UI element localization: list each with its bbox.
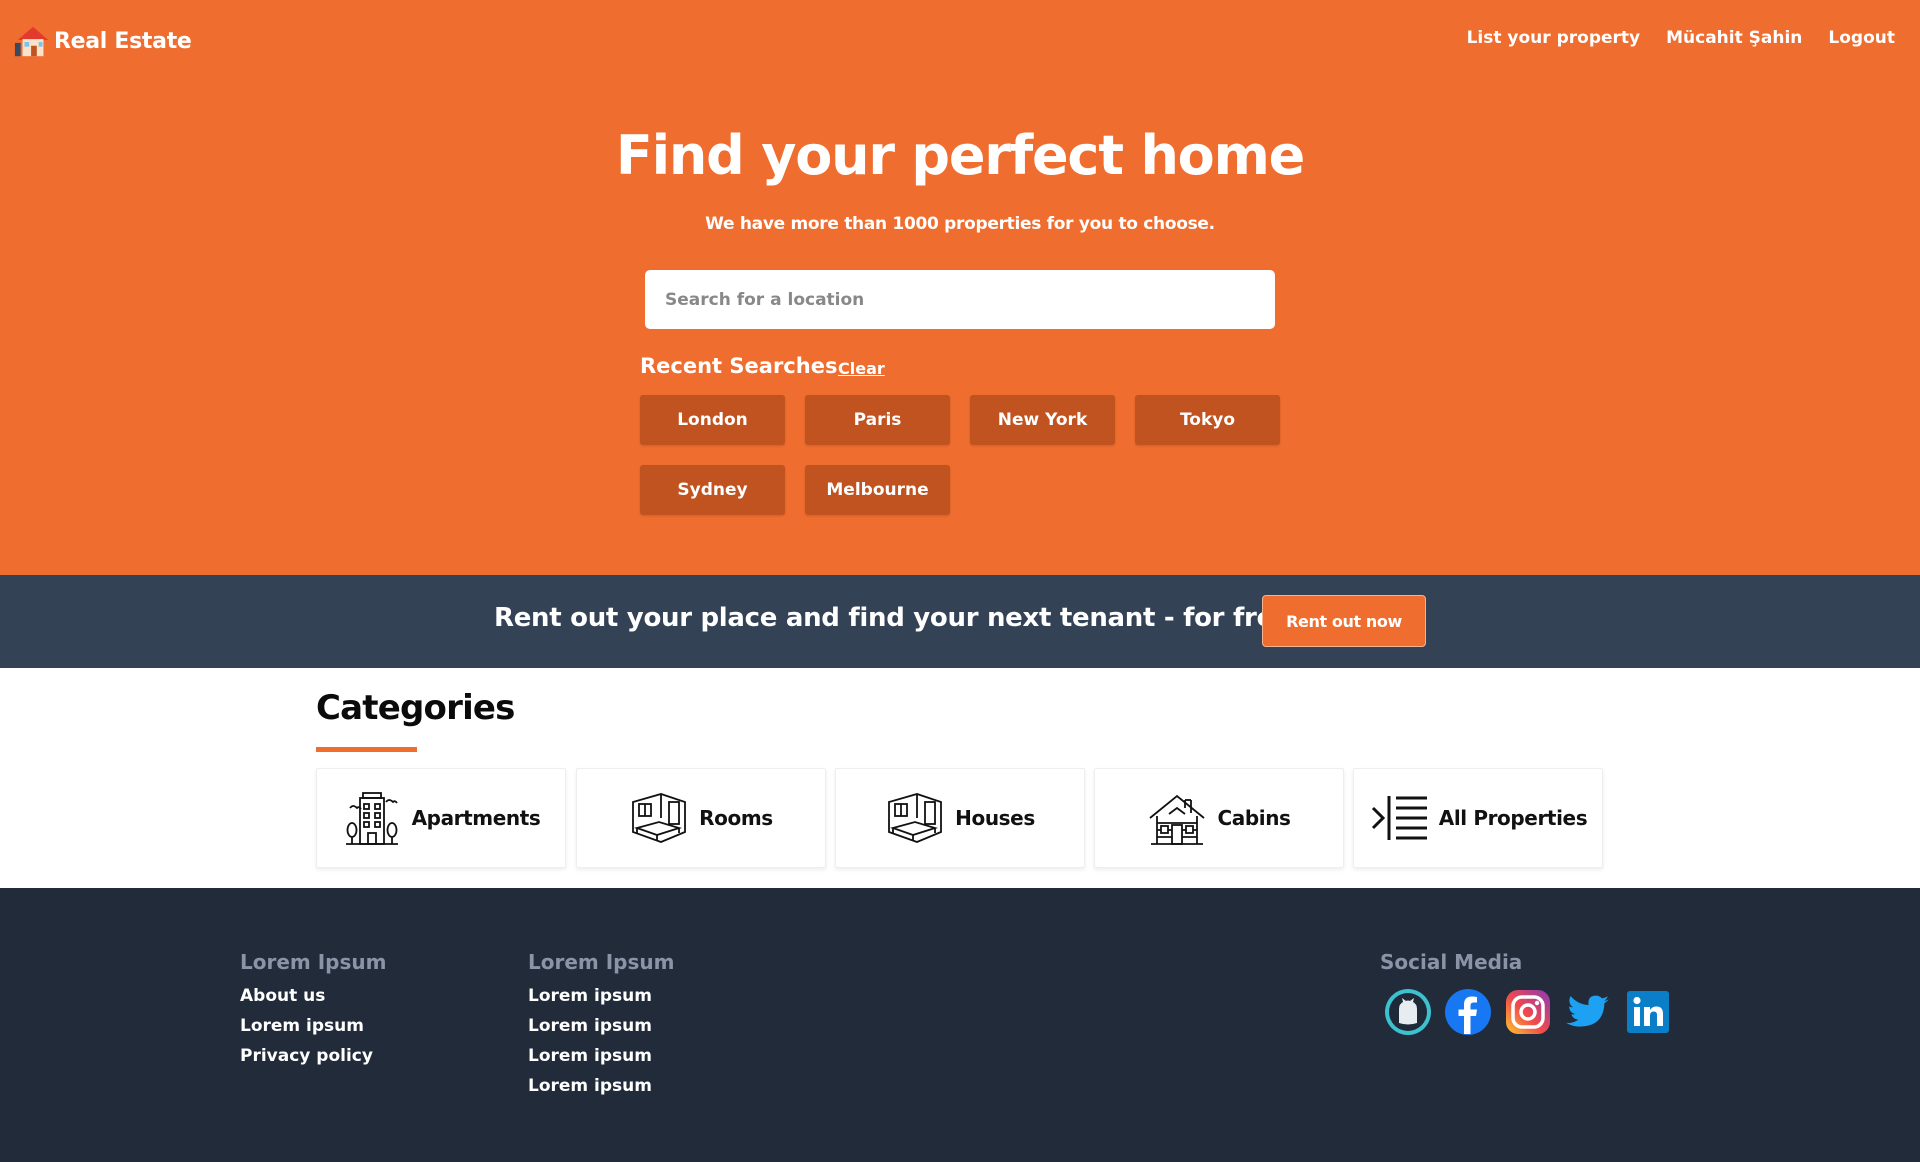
twitter-icon[interactable] (1564, 988, 1612, 1036)
cabin-icon (1149, 794, 1206, 845)
clear-recent-searches-link[interactable]: Clear (838, 359, 885, 378)
rent-out-now-button[interactable]: Rent out now (1262, 595, 1426, 647)
footer-social-heading: Social Media (1380, 950, 1523, 974)
category-label: Cabins (1217, 806, 1291, 830)
category-card-houses[interactable]: Houses (835, 768, 1085, 868)
footer-column-heading: Lorem Ipsum (528, 950, 675, 974)
category-card-cabins[interactable]: Cabins (1094, 768, 1344, 868)
navbar: Real Estate List your property Mücahit Ş… (0, 0, 1920, 80)
footer: Lorem Ipsum About us Lorem ipsum Privacy… (0, 888, 1920, 1162)
footer-column-heading: Lorem Ipsum (240, 950, 387, 974)
category-card-all-properties[interactable]: All Properties (1353, 768, 1603, 868)
facebook-icon[interactable] (1444, 988, 1492, 1036)
hero-title: Find your perfect home (615, 124, 1305, 187)
category-label: Apartments (411, 806, 541, 830)
category-label: Houses (955, 806, 1035, 830)
hero-section: Real Estate List your property Mücahit Ş… (0, 0, 1920, 575)
rent-out-banner: Rent out your place and find your next t… (0, 575, 1920, 668)
nav-logout-link[interactable]: Logout (1828, 28, 1895, 48)
hero-subtitle: We have more than 1000 properties for yo… (705, 214, 1215, 234)
nav-list-property-link[interactable]: List your property (1467, 28, 1641, 48)
nav-links: List your property Mücahit Şahin Logout (1467, 28, 1895, 48)
brand-name: Real Estate (54, 28, 192, 54)
recent-search-chip-tokyo[interactable]: Tokyo (1135, 395, 1280, 445)
nav-user-name-link[interactable]: Mücahit Şahin (1666, 28, 1802, 48)
category-card-apartments[interactable]: Apartments (316, 768, 566, 868)
instagram-icon[interactable] (1504, 988, 1552, 1036)
house-icon (888, 793, 943, 843)
footer-link[interactable]: Lorem ipsum (240, 1011, 386, 1041)
footer-link[interactable]: Lorem ipsum (528, 1071, 674, 1101)
recent-search-chip-melbourne[interactable]: Melbourne (805, 465, 950, 515)
footer-link[interactable]: Lorem ipsum (528, 981, 674, 1011)
location-search-input[interactable] (645, 270, 1275, 329)
github-icon[interactable] (1384, 988, 1432, 1036)
house-logo-icon (14, 26, 49, 57)
categories-title-underline (316, 747, 417, 752)
recent-search-chip-london[interactable]: London (640, 395, 785, 445)
room-icon (632, 793, 687, 843)
footer-link[interactable]: Lorem ipsum (528, 1041, 674, 1071)
brand-logo-link[interactable]: Real Estate (14, 22, 192, 60)
social-icons-row (1384, 988, 1672, 1036)
recent-searches-title: Recent Searches (640, 354, 838, 378)
rent-out-banner-text: Rent out your place and find your next t… (494, 603, 1292, 633)
footer-link-privacy-policy[interactable]: Privacy policy (240, 1041, 386, 1071)
footer-link[interactable]: Lorem ipsum (528, 1011, 674, 1041)
footer-column-2: Lorem Ipsum Lorem ipsum Lorem ipsum Lore… (528, 950, 674, 1101)
categories-title: Categories (316, 688, 515, 728)
list-icon (1371, 796, 1427, 840)
recent-search-chip-new-york[interactable]: New York (970, 395, 1115, 445)
apartment-building-icon (345, 792, 398, 845)
linkedin-icon[interactable] (1624, 988, 1672, 1036)
recent-search-chip-sydney[interactable]: Sydney (640, 465, 785, 515)
footer-social-column: Social Media (1380, 950, 1672, 1036)
category-label: Rooms (699, 806, 773, 830)
footer-link-about-us[interactable]: About us (240, 981, 386, 1011)
category-card-rooms[interactable]: Rooms (576, 768, 826, 868)
category-label: All Properties (1438, 806, 1588, 830)
recent-search-chip-paris[interactable]: Paris (805, 395, 950, 445)
footer-column-1: Lorem Ipsum About us Lorem ipsum Privacy… (240, 950, 386, 1071)
